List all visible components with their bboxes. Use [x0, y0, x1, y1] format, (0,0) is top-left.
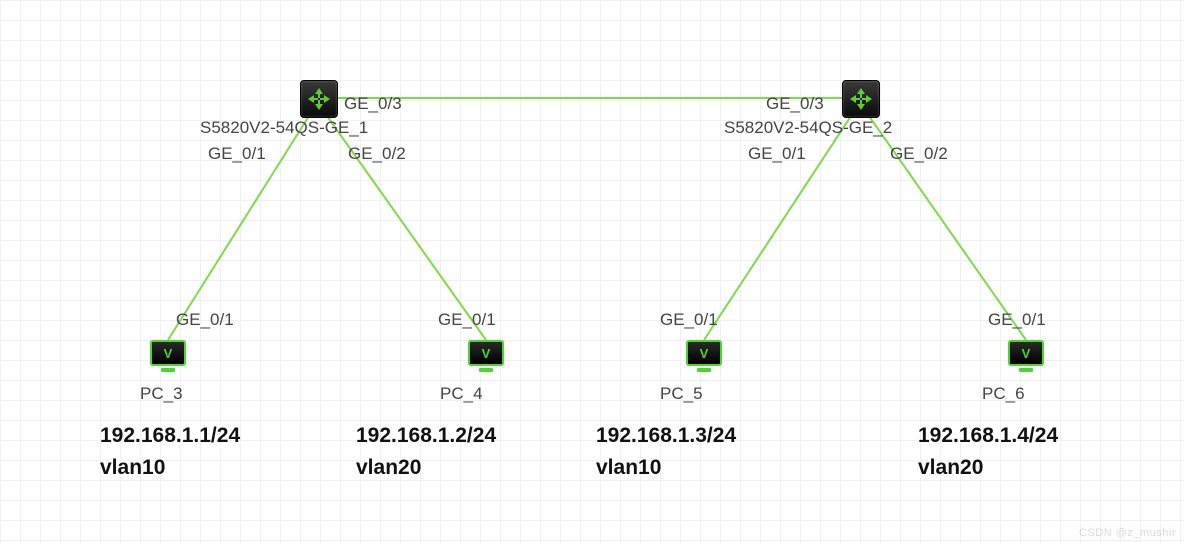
switch-2-port-2-label: GE_0/2	[890, 144, 948, 164]
pc-5[interactable]: V	[686, 340, 722, 374]
switch-1-port-3-label: GE_0/3	[344, 94, 402, 114]
pc-icon: V	[1008, 340, 1044, 374]
switch-1[interactable]	[300, 80, 338, 118]
monitor-icon: V	[468, 340, 504, 366]
stand-icon	[161, 368, 175, 372]
switch-2-name: S5820V2-54QS-GE_2	[724, 118, 892, 138]
pc-5-vlan: vlan10	[596, 456, 661, 479]
monitor-icon: V	[1008, 340, 1044, 366]
monitor-icon: V	[150, 340, 186, 366]
switch-2-port-1-label: GE_0/1	[748, 144, 806, 164]
switch-2-port-3-label: GE_0/3	[766, 94, 824, 114]
pc-icon: V	[150, 340, 186, 374]
monitor-icon: V	[686, 340, 722, 366]
pc-4-port-label: GE_0/1	[438, 310, 496, 330]
pc-3-name: PC_3	[140, 384, 183, 404]
pc-3-ip: 192.168.1.1/24	[100, 424, 240, 447]
watermark: CSDN @z_mushir	[1079, 527, 1176, 539]
topology-canvas: S5820V2-54QS-GE_1 GE_0/3 GE_0/1 GE_0/2 S…	[0, 0, 1184, 543]
pc-5-port-label: GE_0/1	[660, 310, 718, 330]
switch-2[interactable]	[842, 80, 880, 118]
pc-4-vlan: vlan20	[356, 456, 421, 479]
switch-1-name: S5820V2-54QS-GE_1	[200, 118, 368, 138]
pc-4-name: PC_4	[440, 384, 483, 404]
arrows-icon	[306, 86, 332, 112]
pc-4[interactable]: V	[468, 340, 504, 374]
pc-5-name: PC_5	[660, 384, 703, 404]
stand-icon	[479, 368, 493, 372]
pc-6-ip: 192.168.1.4/24	[918, 424, 1058, 447]
arrows-icon	[848, 86, 874, 112]
pc-5-ip: 192.168.1.3/24	[596, 424, 736, 447]
pc-4-ip: 192.168.1.2/24	[356, 424, 496, 447]
pc-6-vlan: vlan20	[918, 456, 983, 479]
stand-icon	[697, 368, 711, 372]
pc-3-port-label: GE_0/1	[176, 310, 234, 330]
switch-icon	[300, 80, 338, 118]
pc-4-info: 192.168.1.2/24 vlan20	[356, 420, 496, 483]
pc-6[interactable]: V	[1008, 340, 1044, 374]
pc-icon: V	[468, 340, 504, 374]
switch-icon	[842, 80, 880, 118]
pc-3-info: 192.168.1.1/24 vlan10	[100, 420, 240, 483]
pc-6-name: PC_6	[982, 384, 1025, 404]
stand-icon	[1019, 368, 1033, 372]
pc-6-port-label: GE_0/1	[988, 310, 1046, 330]
switch-1-port-1-label: GE_0/1	[208, 144, 266, 164]
switch-1-port-2-label: GE_0/2	[348, 144, 406, 164]
pc-6-info: 192.168.1.4/24 vlan20	[918, 420, 1058, 483]
pc-3-vlan: vlan10	[100, 456, 165, 479]
pc-3[interactable]: V	[150, 340, 186, 374]
pc-icon: V	[686, 340, 722, 374]
pc-5-info: 192.168.1.3/24 vlan10	[596, 420, 736, 483]
